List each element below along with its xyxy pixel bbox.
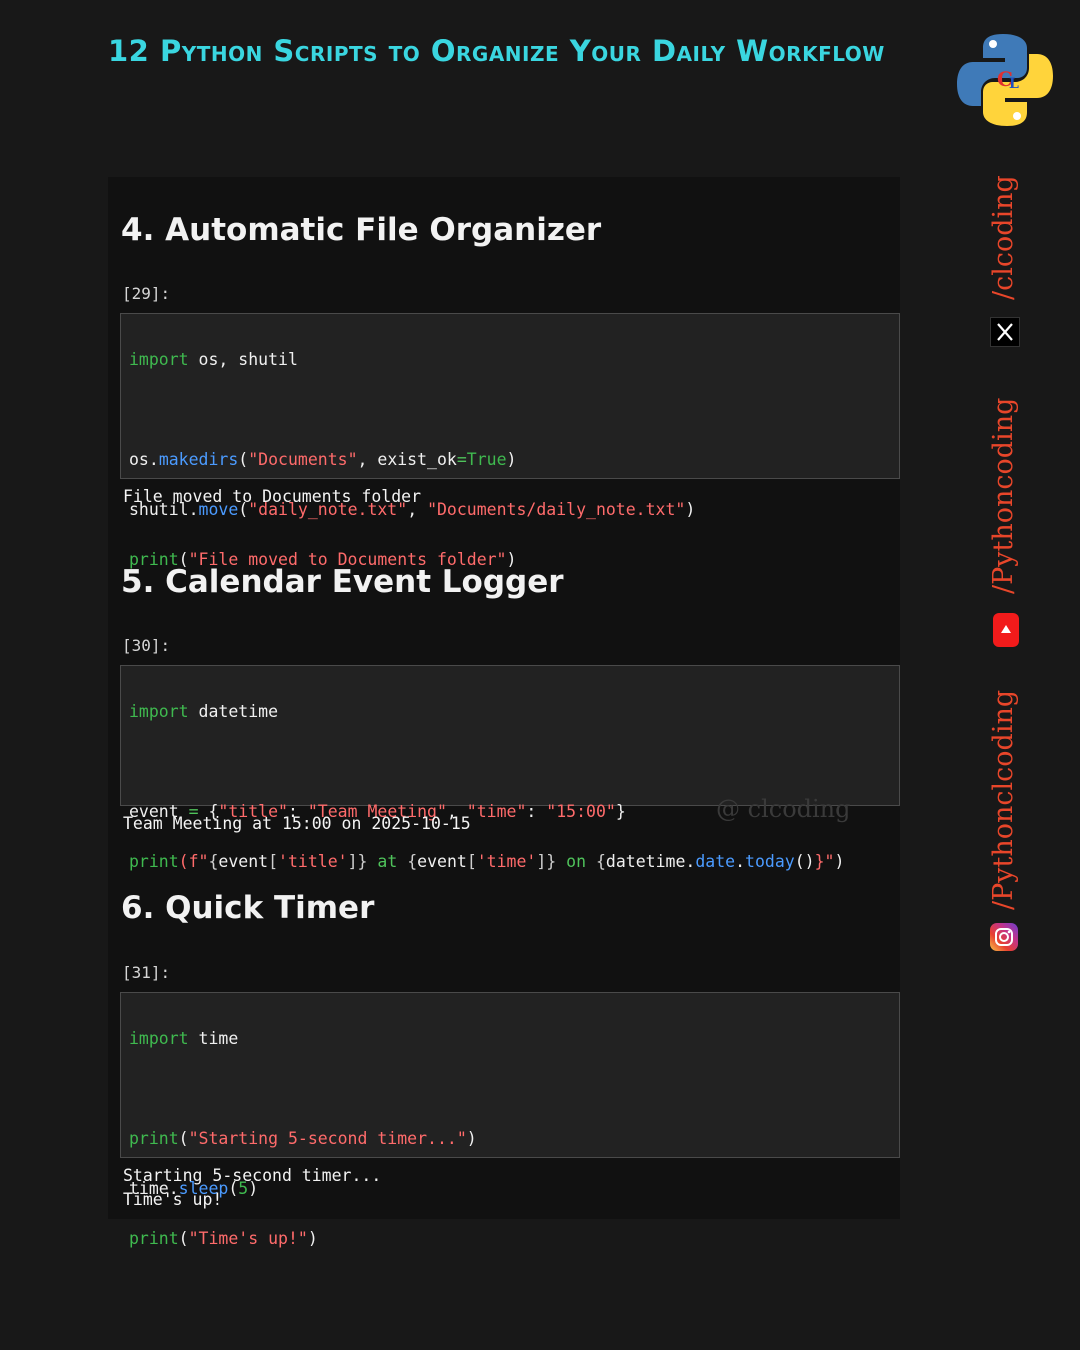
youtube-icon[interactable]: [993, 613, 1019, 647]
code-line: print("Time's up!"): [129, 1229, 318, 1248]
cell-prompt: [31]:: [122, 963, 171, 982]
code-line: import os, shutil: [129, 350, 298, 369]
code-line: import datetime: [129, 702, 279, 721]
section-heading: 4. Automatic File Organizer: [121, 212, 602, 248]
code-line: print("Starting 5-second timer..."): [129, 1129, 477, 1148]
cell-prompt: [29]:: [122, 284, 171, 303]
instagram-icon[interactable]: [990, 923, 1018, 951]
x-icon[interactable]: [990, 317, 1020, 347]
cell-output: Starting 5-second timer...: [123, 1166, 382, 1185]
code-cell[interactable]: import os, shutil os.makedirs("Documents…: [120, 313, 900, 569]
svg-text:L: L: [1009, 76, 1019, 92]
code-line: os.makedirs("Documents", exist_ok=True): [129, 450, 517, 469]
code-cell[interactable]: import datetime event = {"title": "Team …: [120, 665, 900, 871]
youtube-handle[interactable]: /Pythoncoding: [988, 398, 1019, 594]
code-cell[interactable]: import time print("Starting 5-second tim…: [120, 992, 900, 1248]
instagram-handle[interactable]: /Pythonclcoding: [988, 690, 1019, 910]
code-line: import time: [129, 1029, 239, 1048]
cell-output: File moved to Documents folder: [123, 487, 422, 506]
code-line: print(f"{event['title']} at {event['time…: [129, 852, 845, 871]
x-handle[interactable]: /clcoding: [988, 175, 1019, 300]
cell-prompt: [30]:: [122, 636, 171, 655]
page-title: 12 Python Scripts to Organize Your Daily…: [108, 34, 885, 68]
cell-output: Team Meeting at 15:00 on 2025-10-15: [123, 814, 471, 833]
section-heading: 6. Quick Timer: [121, 890, 375, 926]
section-heading: 5. Calendar Event Logger: [121, 564, 564, 600]
watermark: @ clcoding: [716, 795, 851, 823]
python-logo-icon: C L: [957, 34, 1053, 126]
cell-output: Time's up!: [123, 1190, 223, 1209]
